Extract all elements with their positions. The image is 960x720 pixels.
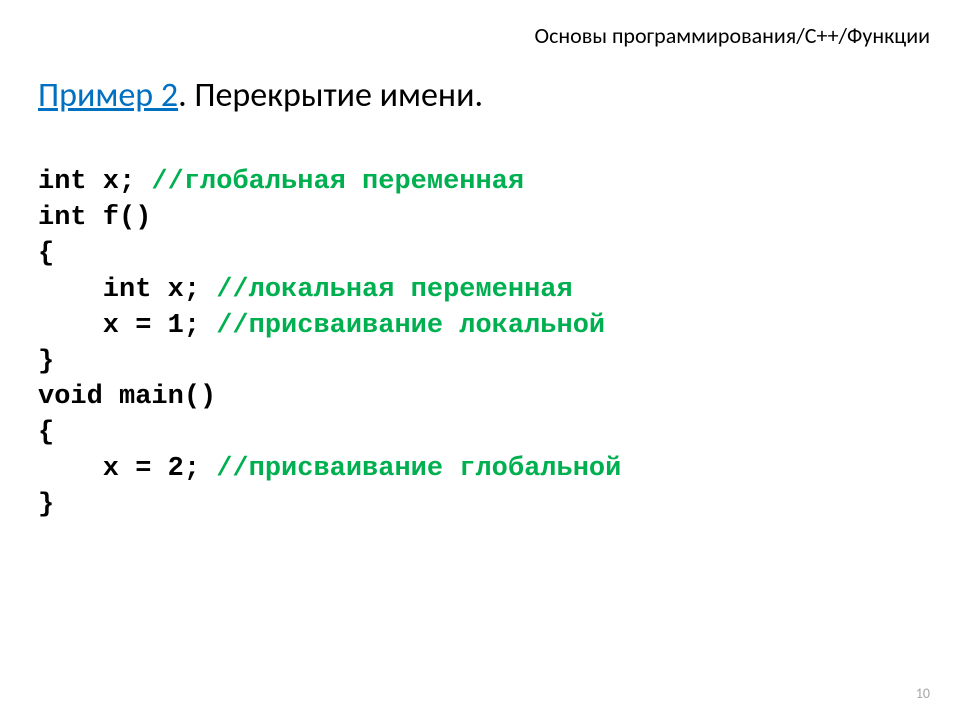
code-line-10: } bbox=[38, 490, 54, 520]
page-number: 10 bbox=[916, 685, 930, 702]
code-line-8: { bbox=[38, 418, 54, 448]
code-line-3: { bbox=[38, 239, 54, 269]
breadcrumb: Основы программирования/C++/Функции bbox=[535, 22, 930, 49]
code-block: int x; //глобальная переменная int f() {… bbox=[38, 165, 621, 524]
code-line-1: int x; //глобальная переменная bbox=[38, 167, 524, 197]
heading-link: Пример 2 bbox=[38, 75, 178, 116]
code-line-9: x = 2; //присваивание глобальной bbox=[38, 454, 621, 484]
code-line-7: void main() bbox=[38, 382, 216, 412]
code-line-2: int f() bbox=[38, 203, 151, 233]
slide-heading: Пример 2. Перекрытие имени. bbox=[38, 75, 483, 116]
code-line-6: } bbox=[38, 347, 54, 377]
heading-rest: . Перекрытие имени. bbox=[178, 75, 483, 116]
code-line-5: x = 1; //присваивание локальной bbox=[38, 311, 605, 341]
code-line-4: int x; //локальная переменная bbox=[38, 275, 573, 305]
